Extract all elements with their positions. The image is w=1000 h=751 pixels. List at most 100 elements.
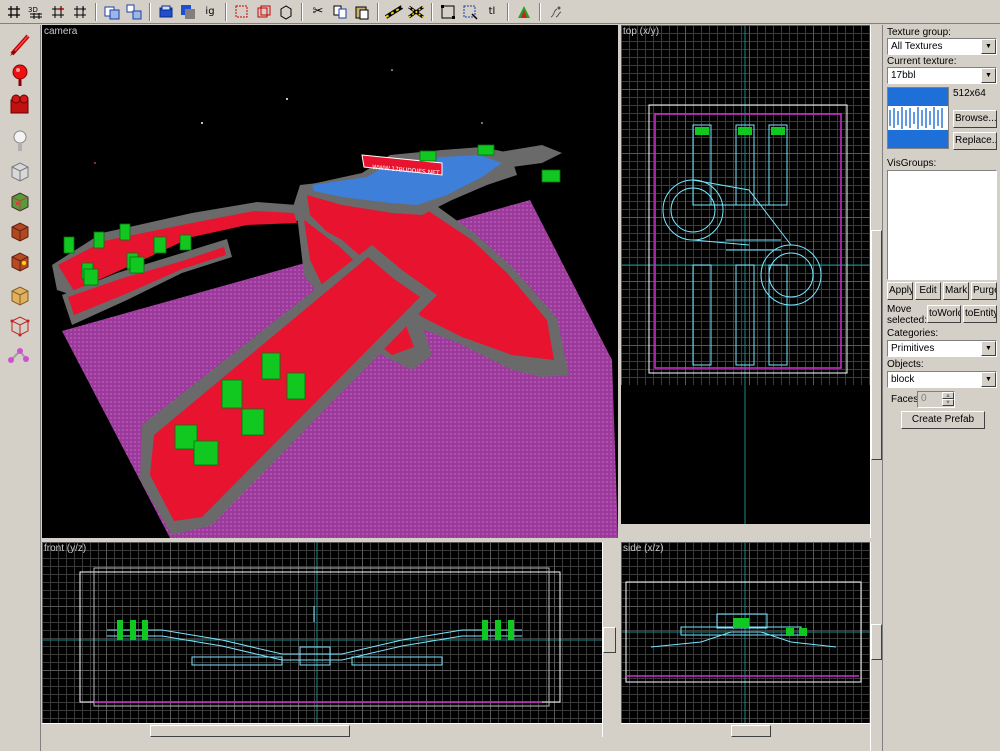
to-world-button[interactable]: toWorld: [927, 305, 961, 323]
apply-decals-icon[interactable]: [4, 217, 36, 245]
entity-tool-icon[interactable]: [4, 127, 36, 155]
faces-value: 0: [921, 393, 927, 404]
chevron-down-icon[interactable]: ▼: [981, 39, 996, 54]
texture-size: 512x64: [953, 88, 986, 99]
svg-text:3D: 3D: [28, 6, 38, 14]
current-texture-label: Current texture:: [887, 56, 957, 67]
purge-button[interactable]: Purge: [971, 282, 997, 300]
current-texture-value: 17bbl: [891, 70, 916, 81]
cut-icon[interactable]: ✂: [308, 2, 328, 22]
texture-group-value: All Textures: [891, 41, 943, 52]
star: [201, 122, 203, 124]
side-horizontal-scrollbar[interactable]: [621, 723, 870, 737]
vertex-icon[interactable]: [406, 2, 426, 22]
mark-button[interactable]: Mark: [943, 282, 969, 300]
green-blocks-top: [695, 127, 785, 135]
scroll-thumb[interactable]: [871, 230, 882, 460]
front-wireframe: [42, 542, 602, 737]
chevron-down-icon[interactable]: ▼: [981, 372, 996, 387]
front-horizontal-scrollbar[interactable]: [42, 723, 602, 737]
clip-icon[interactable]: [384, 2, 404, 22]
svg-text:+: +: [81, 6, 86, 13]
snap-grid-icon[interactable]: [48, 2, 68, 22]
toolbar-separator: [301, 2, 303, 21]
categories-select[interactable]: Primitives ▼: [887, 340, 997, 357]
selection-box: [648, 104, 848, 374]
side-vertical-scrollbar[interactable]: [870, 542, 882, 751]
texture-group-select[interactable]: All Textures ▼: [887, 38, 997, 55]
tl-label: tl: [488, 5, 496, 17]
group-icon[interactable]: [124, 2, 144, 22]
current-texture-select[interactable]: 17bbl ▼: [887, 67, 997, 84]
top-viewport-label: top (x/y): [623, 26, 660, 37]
front-vertical-scrollbar[interactable]: [602, 542, 616, 737]
side-wireframe: [621, 542, 870, 737]
faces-spinner[interactable]: 0 ▲ ▼: [917, 391, 955, 408]
objects-select[interactable]: block ▼: [887, 371, 997, 388]
texture-lock-icon[interactable]: [156, 2, 176, 22]
categories-label: Categories:: [887, 328, 939, 339]
camera-viewport-label: camera: [44, 26, 78, 37]
scroll-thumb[interactable]: [871, 624, 882, 660]
cube-outline-icon[interactable]: [276, 2, 296, 22]
main-toolbar: 3D + ig ✂ tl: [0, 0, 1000, 24]
top-wireframe: [621, 25, 870, 524]
copy-icon[interactable]: [330, 2, 350, 22]
block-tool-icon[interactable]: [4, 157, 36, 185]
toolbar-separator: [377, 2, 379, 21]
top-vertical-scrollbar[interactable]: [870, 25, 882, 538]
chevron-down-icon[interactable]: ▼: [981, 68, 996, 83]
select-icon[interactable]: [438, 2, 458, 22]
texture-preview: [887, 87, 949, 149]
scroll-thumb[interactable]: [731, 725, 771, 737]
camera-tool-icon[interactable]: [4, 91, 36, 119]
side-viewport-label: side (x/z): [623, 543, 664, 554]
zoom-icon[interactable]: [460, 2, 480, 22]
texture-icon[interactable]: [178, 2, 198, 22]
ignore-groups-label: ig: [205, 5, 215, 17]
transform-icon[interactable]: tl: [482, 2, 502, 22]
edit-button[interactable]: Edit: [915, 282, 941, 300]
visgroups-label: VisGroups:: [887, 158, 937, 169]
texture-application-icon[interactable]: [4, 187, 36, 215]
scroll-thumb[interactable]: [150, 725, 350, 737]
toolbar-separator: [431, 2, 433, 21]
grid-size-icon[interactable]: +: [70, 2, 90, 22]
overlays-icon[interactable]: [4, 247, 36, 275]
chevron-up-icon[interactable]: ▲: [942, 392, 954, 399]
apply-button[interactable]: Apply: [887, 282, 913, 300]
side-viewport[interactable]: side (x/z): [621, 542, 870, 737]
replace-button[interactable]: Replace...: [953, 132, 997, 150]
front-viewport[interactable]: front (y/z): [42, 542, 602, 737]
paste-icon[interactable]: [352, 2, 372, 22]
chevron-down-icon[interactable]: ▼: [942, 399, 954, 406]
outer-box: [93, 567, 550, 707]
magnify-tool-icon[interactable]: [4, 61, 36, 89]
categories-value: Primitives: [891, 343, 935, 354]
clipping-tool-icon[interactable]: [4, 281, 36, 309]
top-viewport[interactable]: top (x/y): [621, 25, 870, 524]
3d-grid-icon[interactable]: 3D: [26, 2, 46, 22]
run-map-icon[interactable]: [546, 2, 566, 22]
carve-icon[interactable]: [102, 2, 122, 22]
grid-icon[interactable]: [4, 2, 24, 22]
scroll-thumb[interactable]: [603, 627, 616, 653]
hide-icon[interactable]: [232, 2, 252, 22]
vertex-tool-icon[interactable]: [4, 311, 36, 339]
to-entity-button[interactable]: toEntity: [963, 305, 997, 323]
ignore-groups-icon[interactable]: ig: [200, 2, 220, 22]
selection-tool-icon[interactable]: [4, 31, 36, 59]
star: [481, 122, 483, 124]
browse-button[interactable]: Browse...: [953, 110, 997, 128]
chevron-down-icon[interactable]: ▼: [981, 341, 996, 356]
visgroups-list[interactable]: [887, 170, 997, 280]
path-tool-icon[interactable]: [4, 341, 36, 369]
track-wireframe: [107, 606, 522, 666]
camera-viewport[interactable]: camera WWW.17BUDDIES.NET: [42, 25, 618, 538]
show-icon[interactable]: [254, 2, 274, 22]
create-prefab-button[interactable]: Create Prefab: [901, 411, 985, 429]
front-viewport-label: front (y/z): [44, 543, 87, 554]
texture-app-icon[interactable]: [514, 2, 534, 22]
toolbar-separator: [507, 2, 509, 21]
texture-panel: Texture group: All Textures ▼ Current te…: [882, 25, 1000, 751]
